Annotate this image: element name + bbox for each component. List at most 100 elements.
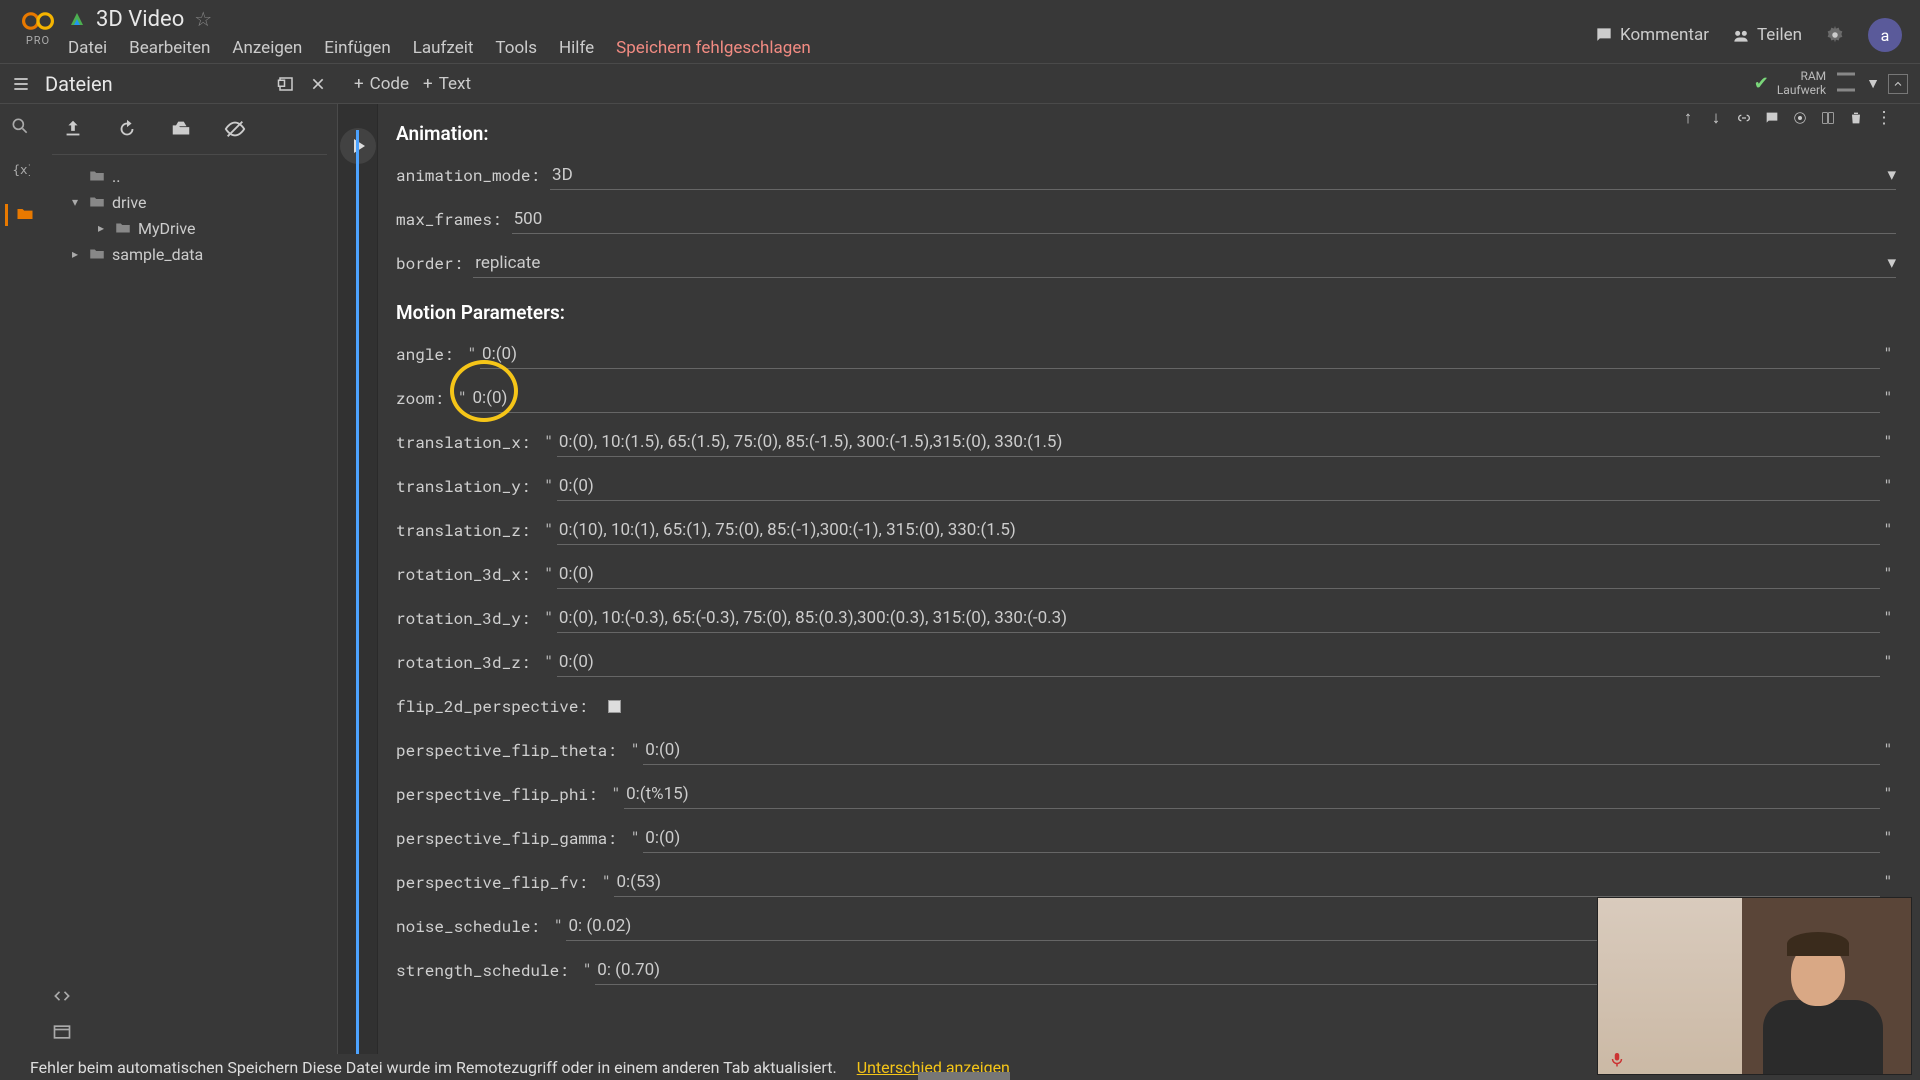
gear-icon[interactable] <box>1824 24 1846 46</box>
motion-section-title: Motion Parameters: <box>396 301 1896 324</box>
field-border: border: replicate ▾ <box>396 241 1896 285</box>
menu-anzeigen[interactable]: Anzeigen <box>232 38 302 58</box>
translation-x-input[interactable]: 0:(0), 10:(1.5), 65:(1.5), 75:(0), 85:(-… <box>557 428 1880 457</box>
animation-mode-select[interactable]: 3D ▾ <box>550 161 1896 190</box>
zoom-input[interactable]: 0:(0) <box>470 384 1879 413</box>
max-frames-value: 500 <box>514 209 543 229</box>
microphone-icon <box>1608 1050 1626 1068</box>
quote-open: " <box>454 390 470 406</box>
scrollbar-horizontal[interactable] <box>918 1072 1010 1080</box>
perspective-flip-fv-input[interactable]: 0:(53) <box>614 868 1879 897</box>
menu-tools[interactable]: Tools <box>495 38 537 58</box>
quote-open: " <box>550 918 566 934</box>
tree-item-mydrive[interactable]: ▸ MyDrive <box>52 215 327 241</box>
rotation-3d-z-input[interactable]: 0:(0) <box>557 648 1880 677</box>
avatar[interactable]: a <box>1868 18 1902 52</box>
hamburger-icon[interactable] <box>0 64 42 103</box>
kommentar-button[interactable]: Kommentar <box>1594 25 1709 45</box>
teilen-button[interactable]: Teilen <box>1731 25 1802 45</box>
cell-gutter <box>338 104 378 1054</box>
zoom-label: zoom: <box>396 388 454 409</box>
menu-hilfe[interactable]: Hilfe <box>559 38 594 58</box>
quote-close: " <box>1880 390 1896 406</box>
menu-datei[interactable]: Datei <box>68 38 107 58</box>
logo-subtext: PRO <box>26 34 50 47</box>
quote-open: " <box>627 742 643 758</box>
tree-up[interactable]: .. <box>52 163 327 189</box>
code-snippet-icon[interactable] <box>52 986 74 1008</box>
share-icon <box>1731 25 1751 45</box>
search-icon[interactable] <box>10 116 32 138</box>
translation-y-input[interactable]: 0:(0) <box>557 472 1880 501</box>
menu-bearbeiten[interactable]: Bearbeiten <box>129 38 210 58</box>
rotation-3d-y-label: rotation_3d_y: <box>396 608 540 629</box>
terminal-icon[interactable] <box>52 1022 74 1044</box>
max-frames-input[interactable]: 500 <box>512 205 1896 234</box>
flip-2d-perspective-label: flip_2d_perspective: <box>396 696 598 717</box>
visibility-off-icon[interactable] <box>224 118 248 142</box>
quote-close: " <box>1880 610 1896 626</box>
rotation-3d-x-input[interactable]: 0:(0) <box>557 560 1880 589</box>
move-up-icon[interactable]: ↑ <box>1678 108 1698 128</box>
rotation-3d-x-label: rotation_3d_x: <box>396 564 540 585</box>
translation-x-label: translation_x: <box>396 432 540 453</box>
doc-title[interactable]: 3D Video <box>96 7 184 32</box>
link-icon[interactable] <box>1734 108 1754 128</box>
webcam-overlay <box>1597 897 1912 1075</box>
folder-icon[interactable] <box>5 204 27 226</box>
translation-z-input[interactable]: 0:(10), 10:(1), 65:(1), 75:(0), 85:(-1),… <box>557 516 1880 545</box>
folder-icon <box>114 219 132 237</box>
flip-2d-perspective-checkbox[interactable] <box>608 700 621 713</box>
mount-drive-icon[interactable] <box>170 118 194 142</box>
delete-icon[interactable] <box>1846 108 1866 128</box>
quote-open: " <box>540 566 556 582</box>
translation-y-value: 0:(0) <box>559 476 594 496</box>
cell-bracket <box>356 130 359 1054</box>
perspective-flip-gamma-label: perspective_flip_gamma: <box>396 828 627 849</box>
menu-laufzeit[interactable]: Laufzeit <box>413 38 474 58</box>
comment-icon <box>1594 25 1614 45</box>
file-tree: .. ▾ drive ▸ MyDrive ▸ sample_data <box>52 163 327 267</box>
star-icon[interactable]: ☆ <box>194 7 212 31</box>
braces-icon[interactable]: {x} <box>10 160 32 182</box>
kommentar-label: Kommentar <box>1620 25 1709 45</box>
tree-item-drive[interactable]: ▾ drive <box>52 189 327 215</box>
move-down-icon[interactable]: ↓ <box>1706 108 1726 128</box>
close-panel-icon[interactable] <box>306 72 330 96</box>
edit-icon[interactable] <box>1790 108 1810 128</box>
quote-open: " <box>608 786 624 802</box>
tree-item-sample-data[interactable]: ▸ sample_data <box>52 241 327 267</box>
translation-z-value: 0:(10), 10:(1), 65:(1), 75:(0), 85:(-1),… <box>559 520 1016 540</box>
rotation-3d-y-input[interactable]: 0:(0), 10:(-0.3), 65:(-0.3), 75:(0), 85:… <box>557 604 1880 633</box>
upload-icon[interactable] <box>62 118 86 142</box>
avatar-letter: a <box>1881 26 1890 45</box>
refresh-icon[interactable] <box>116 118 140 142</box>
quote-open: " <box>464 346 480 362</box>
chevron-down-icon[interactable]: ▼ <box>1866 75 1880 92</box>
perspective-flip-gamma-input[interactable]: 0:(0) <box>643 824 1879 853</box>
new-window-icon[interactable] <box>274 72 298 96</box>
chevron-down-icon: ▾ <box>72 195 82 209</box>
add-code-button[interactable]: +Code <box>354 74 409 94</box>
perspective-flip-gamma-value: 0:(0) <box>645 828 680 848</box>
quote-open: " <box>540 478 556 494</box>
more-icon[interactable]: ⋮ <box>1874 108 1894 128</box>
perspective-flip-theta-label: perspective_flip_theta: <box>396 740 627 761</box>
comment-icon[interactable] <box>1762 108 1782 128</box>
mirror-icon[interactable] <box>1818 108 1838 128</box>
left-rail: {x} <box>0 104 42 1054</box>
perspective-flip-phi-input[interactable]: 0:(t%15) <box>624 780 1879 809</box>
field-rotation-3d-x: rotation_3d_x: " 0:(0) " <box>396 552 1896 596</box>
angle-label: angle: <box>396 344 464 365</box>
border-select[interactable]: replicate ▾ <box>473 249 1896 278</box>
quote-close: " <box>1880 654 1896 670</box>
menu-einfuegen[interactable]: Einfügen <box>324 38 390 58</box>
add-text-button[interactable]: +Text <box>423 74 471 94</box>
colab-logo-icon <box>22 10 54 32</box>
svg-text:{x}: {x} <box>13 162 31 177</box>
angle-input[interactable]: 0:(0) <box>480 340 1880 369</box>
runtime-status[interactable]: ✔ RAM Laufwerk ▼ <box>1754 70 1920 98</box>
field-zoom: zoom: " 0:(0) " <box>396 376 1896 420</box>
chevron-up-icon[interactable] <box>1888 74 1908 94</box>
perspective-flip-theta-input[interactable]: 0:(0) <box>643 736 1879 765</box>
